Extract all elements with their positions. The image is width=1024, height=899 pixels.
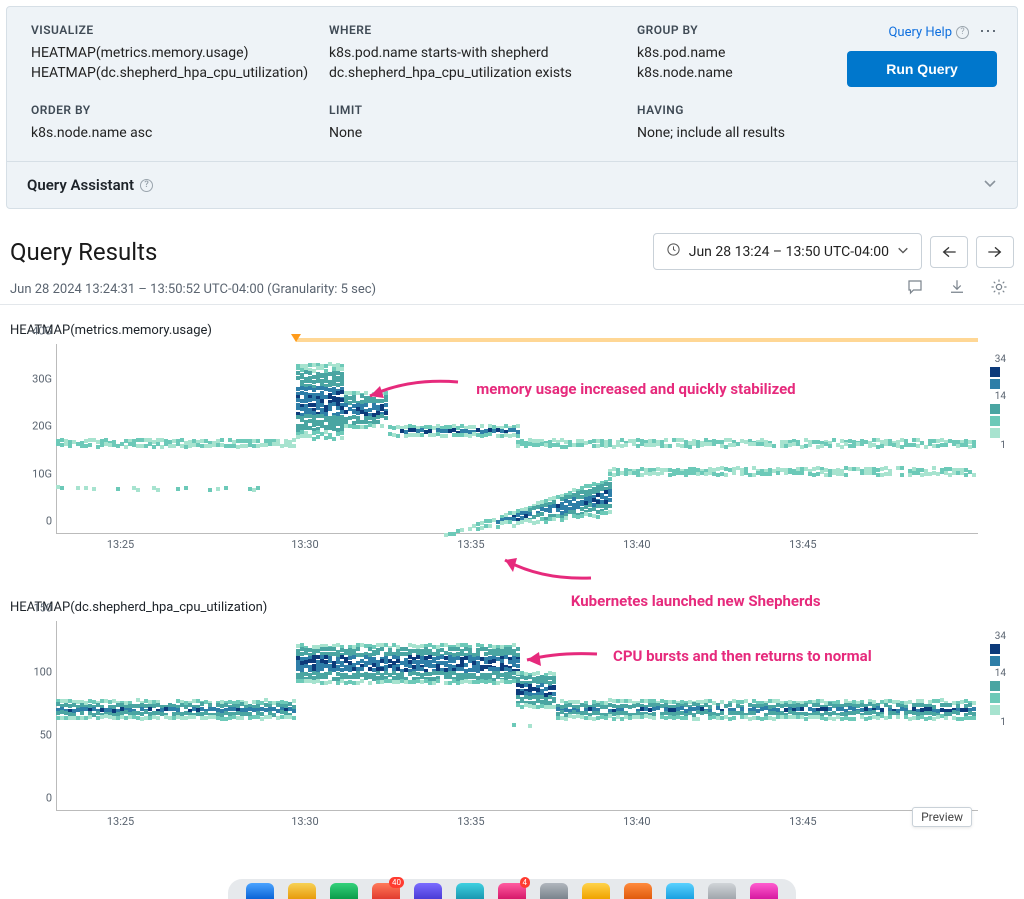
help-icon: ? (956, 26, 969, 39)
chart-title: HEATMAP(dc.shepherd_hpa_cpu_utilization) (10, 600, 1014, 615)
limit-label: LIMIT (329, 103, 629, 117)
time-nav-next-button[interactable] (976, 236, 1014, 268)
gear-icon[interactable] (990, 278, 1008, 300)
query-builder-panel: VISUALIZE HEATMAP(metrics.memory.usage) … (6, 6, 1018, 209)
orderby-label: ORDER BY (31, 103, 321, 117)
having-label: HAVING (637, 103, 839, 117)
results-meta-text: Jun 28 2024 13:24:31 – 13:50:52 UTC-04:0… (10, 282, 376, 297)
chevron-down-icon (897, 244, 909, 260)
having-clause[interactable]: HAVING None; include all results (637, 103, 839, 143)
time-marker-bar (296, 338, 978, 342)
limit-value: None (329, 123, 629, 143)
chevron-down-icon (983, 176, 997, 194)
where-label: WHERE (329, 23, 629, 37)
download-icon[interactable] (948, 278, 966, 300)
groupby-clause[interactable]: GROUP BY k8s.pod.name k8s.node.name (637, 23, 839, 87)
time-range-text: Jun 28 13:24 – 13:50 UTC-04:00 (689, 244, 889, 260)
orderby-clause[interactable]: ORDER BY k8s.node.name asc (31, 103, 321, 143)
groupby-value-0: k8s.pod.name (637, 43, 839, 63)
visualize-value-0: HEATMAP(metrics.memory.usage) (31, 43, 321, 63)
visualize-clause[interactable]: VISUALIZE HEATMAP(metrics.memory.usage) … (31, 23, 321, 87)
time-nav-prev-button[interactable] (930, 236, 968, 268)
chart-cpu-utilization: HEATMAP(dc.shepherd_hpa_cpu_utilization)… (0, 586, 1024, 831)
run-query-button[interactable]: Run Query (847, 51, 997, 87)
limit-clause[interactable]: LIMIT None (329, 103, 629, 143)
orderby-value: k8s.node.name asc (31, 123, 321, 143)
having-value: None; include all results (637, 123, 839, 143)
chart-memory-usage: HEATMAP(metrics.memory.usage) 010G20G30G… (0, 309, 1024, 554)
where-value-0: k8s.pod.name starts-with shepherd (329, 43, 629, 63)
preview-chip[interactable]: Preview (912, 807, 972, 827)
query-assistant-toggle[interactable]: Query Assistant ? (7, 161, 1017, 208)
groupby-value-1: k8s.node.name (637, 63, 839, 83)
visualize-label: VISUALIZE (31, 23, 321, 37)
visualize-value-1: HEATMAP(dc.shepherd_hpa_cpu_utilization) (31, 63, 321, 83)
heatmap-legend: 34 14 1 (982, 354, 1008, 451)
chart-plot-area[interactable]: 010G20G30G40G 13:2513:3013:3513:4013:45 … (56, 344, 978, 554)
chart-plot-area[interactable]: 050100150 13:2513:3013:3513:4013:45 34 1… (56, 621, 978, 831)
query-assistant-label: Query Assistant (27, 176, 134, 194)
comment-icon[interactable] (906, 278, 924, 300)
more-menu-icon[interactable]: ⋯ (979, 23, 997, 41)
where-value-1: dc.shepherd_hpa_cpu_utilization exists (329, 63, 629, 83)
time-range-picker[interactable]: Jun 28 13:24 – 13:50 UTC-04:00 (653, 233, 922, 270)
macos-dock[interactable]: 40 4 (0, 879, 1024, 899)
where-clause[interactable]: WHERE k8s.pod.name starts-with shepherd … (329, 23, 629, 87)
heatmap-legend: 34 14 1 (982, 631, 1008, 728)
help-icon: ? (140, 179, 153, 192)
groupby-label: GROUP BY (637, 23, 839, 37)
query-help-link[interactable]: Query Help ? (888, 25, 969, 40)
results-title: Query Results (10, 238, 157, 266)
clock-icon (666, 242, 681, 261)
time-marker-icon (291, 334, 301, 342)
chart-title: HEATMAP(metrics.memory.usage) (10, 323, 1014, 338)
